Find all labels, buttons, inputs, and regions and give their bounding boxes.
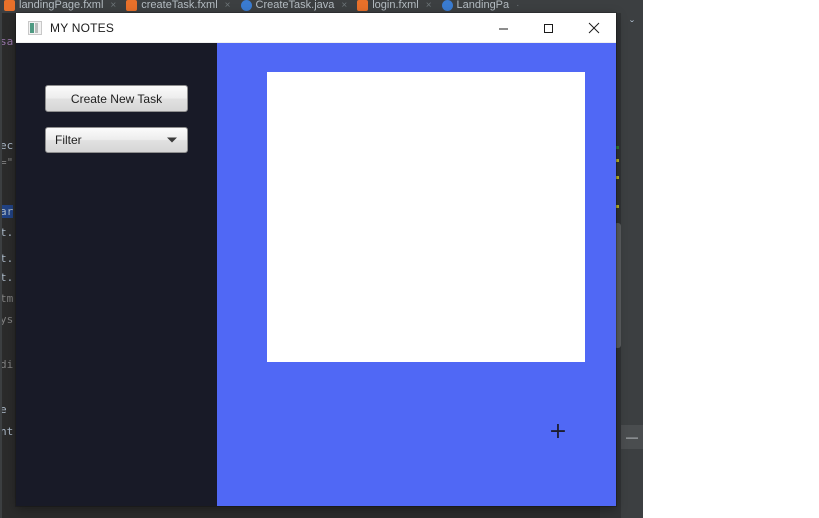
plus-cursor-icon: + [548, 419, 568, 444]
collapse-icon[interactable]: — [621, 425, 643, 449]
sidebar: Create New Task Filter [16, 43, 217, 506]
notes-canvas[interactable]: + [217, 43, 616, 506]
chevron-down-icon [167, 137, 177, 143]
editor-left-strip [0, 13, 2, 518]
fxml-file-icon [4, 0, 15, 11]
editor-tab-label: LandingPa [456, 0, 510, 11]
editor-tab[interactable]: CreateTask.java × [237, 0, 354, 12]
overflow-icon[interactable]: · [516, 0, 519, 12]
minimize-icon[interactable] [481, 13, 526, 43]
create-new-task-button[interactable]: Create New Task [45, 85, 188, 112]
note-card[interactable] [267, 72, 585, 362]
window-title: MY NOTES [50, 20, 115, 35]
close-icon[interactable]: × [426, 0, 432, 12]
close-icon[interactable]: × [110, 0, 116, 12]
filter-dropdown[interactable]: Filter [45, 127, 188, 153]
editor-tab[interactable]: LandingPa · [438, 0, 526, 12]
close-icon[interactable] [571, 13, 616, 43]
java-file-icon [441, 0, 453, 11]
window-controls [481, 13, 616, 43]
notes-app-icon [28, 20, 42, 35]
editor-tab-bar: landingPage.fxml × createTask.fxml × Cre… [0, 0, 643, 13]
editor-tab[interactable]: createTask.fxml × [122, 0, 236, 12]
screen: landingPage.fxml × createTask.fxml × Cre… [0, 0, 819, 518]
window-title-bar[interactable]: MY NOTES [16, 13, 616, 43]
my-notes-window: MY NOTES Create New Task Filter + [16, 13, 616, 506]
java-file-icon [240, 0, 252, 11]
chevron-down-icon[interactable]: ˇ [623, 16, 641, 34]
title-left-group: MY NOTES [16, 20, 115, 35]
window-body: Create New Task Filter + [16, 43, 616, 506]
editor-tab-label: createTask.fxml [141, 0, 218, 11]
fxml-file-icon [357, 0, 369, 11]
editor-tab[interactable]: login.fxml × [353, 0, 437, 12]
close-icon[interactable]: × [225, 0, 231, 12]
editor-tab-label: CreateTask.java [255, 0, 335, 11]
maximize-icon[interactable] [526, 13, 571, 43]
editor-tab[interactable]: landingPage.fxml × [0, 0, 122, 12]
editor-tab-label: landingPage.fxml [19, 0, 104, 11]
filter-dropdown-label: Filter [55, 133, 82, 147]
close-icon[interactable]: × [341, 0, 347, 12]
fxml-file-icon [126, 0, 138, 11]
editor-tab-label: login.fxml [372, 0, 419, 11]
